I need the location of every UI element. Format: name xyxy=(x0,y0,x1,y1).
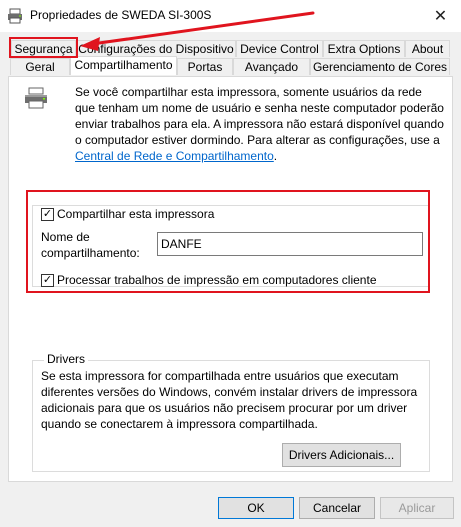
tab-avancado[interactable]: Avançado xyxy=(233,58,310,75)
printer-app-icon xyxy=(7,8,23,24)
window-title: Propriedades de SWEDA SI-300S xyxy=(30,8,212,22)
printer-icon xyxy=(23,87,49,109)
tab-seguranca[interactable]: Segurança xyxy=(11,40,76,57)
sharing-info-body: Se você compartilhar esta impressora, so… xyxy=(75,85,444,147)
tab-portas[interactable]: Portas xyxy=(177,58,233,75)
sharing-info-text: Se você compartilhar esta impressora, so… xyxy=(75,84,445,164)
share-name-label-line1: Nome de xyxy=(41,230,90,244)
tab-compartilhamento[interactable]: Compartilhamento xyxy=(70,56,177,75)
share-printer-label: Compartilhar esta impressora xyxy=(57,207,215,221)
tab-about[interactable]: About xyxy=(405,40,450,57)
share-name-label-line2: compartilhamento: xyxy=(41,246,140,260)
apply-button[interactable]: Aplicar xyxy=(380,497,454,519)
cancel-button[interactable]: Cancelar xyxy=(299,497,375,519)
tab-gerenciamento-cores[interactable]: Gerenciamento de Cores xyxy=(310,58,450,75)
ok-button[interactable]: OK xyxy=(218,497,294,519)
drivers-info-text: Se esta impressora for compartilhada ent… xyxy=(41,369,418,431)
checkmark-icon: ✓ xyxy=(42,208,53,220)
network-center-link[interactable]: Central de Rede e Compartilhamento xyxy=(75,149,274,163)
drivers-legend: Drivers xyxy=(44,352,88,366)
close-button[interactable]: ✕ xyxy=(420,0,461,32)
additional-drivers-button[interactable]: Drivers Adicionais... xyxy=(282,443,401,467)
render-client-label: Processar trabalhos de impressão em comp… xyxy=(57,273,377,287)
render-client-checkbox[interactable]: ✓ xyxy=(41,274,54,287)
tab-configuracoes-dispositivo[interactable]: Configurações do Dispositivo xyxy=(76,40,236,57)
share-printer-checkbox[interactable]: ✓ xyxy=(41,208,54,221)
tab-extra-options[interactable]: Extra Options xyxy=(323,40,405,57)
tab-geral[interactable]: Geral xyxy=(10,58,70,75)
sharing-info-period: . xyxy=(273,149,278,163)
share-name-label: Nome de compartilhamento: xyxy=(41,229,140,261)
close-icon: ✕ xyxy=(433,8,448,25)
tab-device-control[interactable]: Device Control xyxy=(236,40,323,57)
checkmark-icon: ✓ xyxy=(42,274,53,286)
share-name-input[interactable] xyxy=(157,232,423,256)
